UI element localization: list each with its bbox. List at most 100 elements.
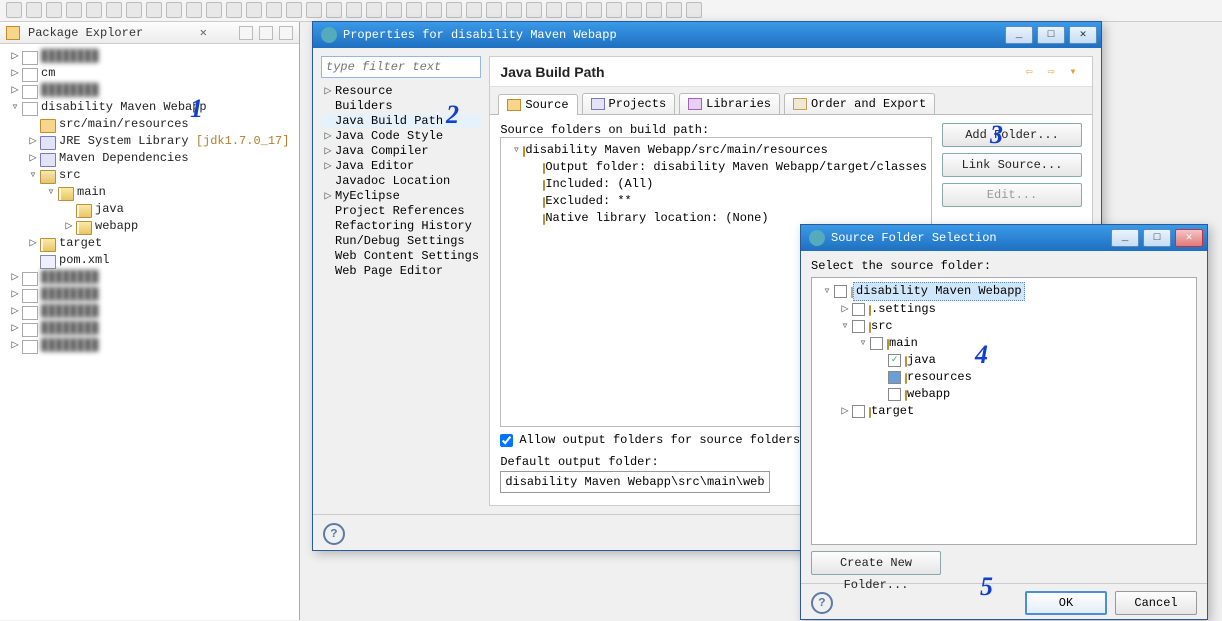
menu-icon[interactable]: ▾ xyxy=(1064,64,1082,80)
folder-tree-item[interactable]: ▿main xyxy=(816,335,1192,352)
toolbar-icon[interactable] xyxy=(346,2,362,18)
tree-item[interactable]: ▷target xyxy=(2,235,297,252)
expand-icon[interactable]: ▷ xyxy=(321,144,335,159)
category-item[interactable]: ▷MyEclipse xyxy=(321,189,481,204)
category-item[interactable]: Javadoc Location xyxy=(321,174,481,189)
tab-libraries[interactable]: Libraries xyxy=(679,93,780,114)
tree-item[interactable]: ▷████████ xyxy=(2,269,297,286)
add-folder-button[interactable]: Add Folder... xyxy=(942,123,1082,147)
tree-item[interactable]: pom.xml xyxy=(2,252,297,269)
toolbar-icon[interactable] xyxy=(526,2,542,18)
category-item[interactable]: Refactoring History xyxy=(321,219,481,234)
category-item[interactable]: Web Page Editor xyxy=(321,264,481,279)
toolbar-icon[interactable] xyxy=(426,2,442,18)
expand-icon[interactable]: ▷ xyxy=(8,303,22,320)
toolbar-icon[interactable] xyxy=(386,2,402,18)
toolbar-icon[interactable] xyxy=(546,2,562,18)
default-output-input[interactable] xyxy=(500,471,770,493)
close-button[interactable]: ✕ xyxy=(1175,229,1203,247)
tree-item[interactable]: ▿src xyxy=(2,167,297,184)
category-item[interactable]: ▷Resource xyxy=(321,84,481,99)
tree-item[interactable]: ▷████████ xyxy=(2,48,297,65)
toolbar-icon[interactable] xyxy=(406,2,422,18)
filter-input[interactable] xyxy=(321,56,481,78)
expand-icon[interactable]: ▿ xyxy=(44,184,58,201)
expand-icon[interactable]: ▷ xyxy=(8,48,22,65)
dialog-titlebar[interactable]: Properties for disability Maven Webapp _… xyxy=(313,22,1101,48)
tree-item[interactable]: ▿main xyxy=(2,184,297,201)
source-tree-item[interactable]: Included: (All) xyxy=(505,176,927,193)
checkbox[interactable] xyxy=(888,388,901,401)
checkbox[interactable] xyxy=(834,285,847,298)
toolbar-icon[interactable] xyxy=(586,2,602,18)
link-editor-icon[interactable] xyxy=(259,26,273,40)
back-icon[interactable]: ⇦ xyxy=(1020,64,1038,80)
expand-icon[interactable]: ▷ xyxy=(8,337,22,354)
expand-icon[interactable]: ▿ xyxy=(26,167,40,184)
tree-item[interactable]: ▷cm xyxy=(2,65,297,82)
expand-icon[interactable]: ▷ xyxy=(26,150,40,167)
tree-item[interactable]: ▷████████ xyxy=(2,337,297,354)
expand-icon[interactable]: ▿ xyxy=(509,142,523,159)
checkbox[interactable]: ✓ xyxy=(888,354,901,367)
expand-icon[interactable]: ▷ xyxy=(8,65,22,82)
checkbox[interactable] xyxy=(870,337,883,350)
cancel-button[interactable]: Cancel xyxy=(1115,591,1197,615)
folder-tree-item[interactable]: ▷.settings xyxy=(816,301,1192,318)
tree-item[interactable]: ▿disability Maven Webapp xyxy=(2,99,297,116)
toolbar-icon[interactable] xyxy=(466,2,482,18)
expand-icon[interactable]: ▷ xyxy=(321,159,335,174)
toolbar-icon[interactable] xyxy=(26,2,42,18)
folder-tree-item[interactable]: ▷target xyxy=(816,403,1192,420)
ok-button[interactable]: OK xyxy=(1025,591,1107,615)
category-item[interactable]: ▷Java Editor xyxy=(321,159,481,174)
close-view-icon[interactable]: ✕ xyxy=(200,25,207,40)
help-icon[interactable]: ? xyxy=(323,523,345,545)
toolbar-icon[interactable] xyxy=(606,2,622,18)
folder-tree-item[interactable]: resources xyxy=(816,369,1192,386)
category-item[interactable]: ▷Java Compiler xyxy=(321,144,481,159)
tab-projects[interactable]: Projects xyxy=(582,93,676,114)
folder-tree-item[interactable]: ✓java xyxy=(816,352,1192,369)
expand-icon[interactable]: ▷ xyxy=(838,301,852,318)
tree-item[interactable]: ▷████████ xyxy=(2,303,297,320)
minimize-button[interactable]: _ xyxy=(1111,229,1139,247)
expand-icon[interactable]: ▿ xyxy=(838,318,852,335)
category-item[interactable]: Project References xyxy=(321,204,481,219)
folder-tree-item[interactable]: ▿disability Maven Webapp xyxy=(816,282,1192,301)
minimize-button[interactable]: _ xyxy=(1005,26,1033,44)
help-icon[interactable]: ? xyxy=(811,592,833,614)
toolbar-icon[interactable] xyxy=(126,2,142,18)
toolbar-icon[interactable] xyxy=(146,2,162,18)
toolbar-icon[interactable] xyxy=(66,2,82,18)
expand-icon[interactable]: ▷ xyxy=(8,82,22,99)
collapse-all-icon[interactable] xyxy=(239,26,253,40)
forward-icon[interactable]: ⇨ xyxy=(1042,64,1060,80)
source-tree-item[interactable]: Output folder: disability Maven Webapp/t… xyxy=(505,159,927,176)
tree-item[interactable]: ▷████████ xyxy=(2,82,297,99)
expand-icon[interactable]: ▷ xyxy=(838,403,852,420)
toolbar-icon[interactable] xyxy=(646,2,662,18)
checkbox[interactable] xyxy=(852,405,865,418)
folder-tree-item[interactable]: ▿src xyxy=(816,318,1192,335)
toolbar-icon[interactable] xyxy=(306,2,322,18)
tree-item[interactable]: ▷Maven Dependencies xyxy=(2,150,297,167)
edit-button[interactable]: Edit... xyxy=(942,183,1082,207)
expand-icon[interactable]: ▷ xyxy=(26,133,40,150)
toolbar-icon[interactable] xyxy=(566,2,582,18)
category-item[interactable]: Web Content Settings xyxy=(321,249,481,264)
tree-item[interactable]: ▷████████ xyxy=(2,286,297,303)
toolbar-icon[interactable] xyxy=(446,2,462,18)
category-item[interactable]: ▷Java Code Style xyxy=(321,129,481,144)
checkbox[interactable] xyxy=(852,320,865,333)
toolbar-icon[interactable] xyxy=(506,2,522,18)
checkbox[interactable] xyxy=(888,371,901,384)
source-tree-item[interactable]: Excluded: ** xyxy=(505,193,927,210)
expand-icon[interactable]: ▷ xyxy=(321,189,335,204)
maximize-button[interactable]: □ xyxy=(1037,26,1065,44)
tree-item[interactable]: ▷JRE System Library [jdk1.7.0_17] xyxy=(2,133,297,150)
folder-tree[interactable]: ▿disability Maven Webapp▷.settings▿src▿m… xyxy=(811,277,1197,545)
view-menu-icon[interactable] xyxy=(279,26,293,40)
tab-order-export[interactable]: Order and Export xyxy=(784,93,935,114)
allow-output-checkbox[interactable] xyxy=(500,434,513,447)
